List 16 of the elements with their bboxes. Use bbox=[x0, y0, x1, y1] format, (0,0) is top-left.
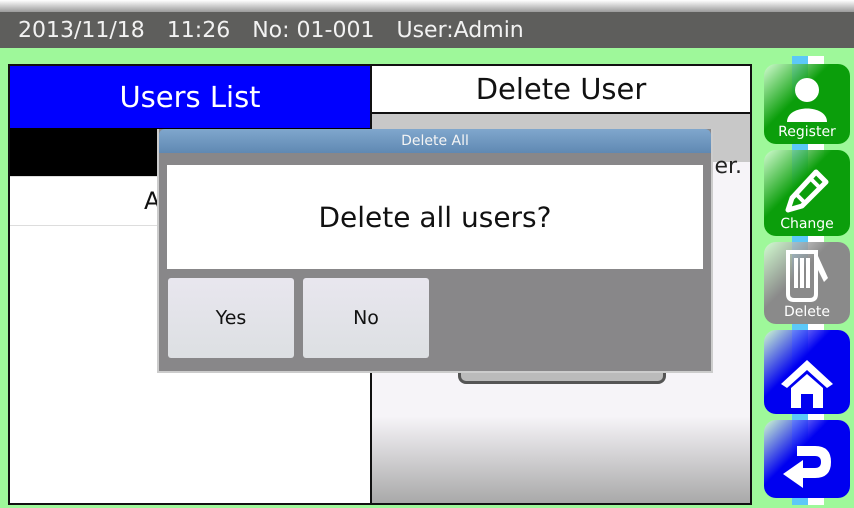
user-text: User:Admin bbox=[396, 18, 524, 42]
dialog-button[interactable]: Yes bbox=[168, 278, 294, 358]
back-button[interactable] bbox=[764, 420, 850, 498]
dialog-button[interactable]: No bbox=[303, 278, 429, 358]
panel-title: Delete User bbox=[372, 66, 750, 114]
time-text: 11:26 bbox=[166, 18, 230, 42]
dialog-message: Delete all users? bbox=[167, 165, 703, 269]
panel-title: Users List bbox=[10, 66, 370, 128]
dialog-title: Delete All bbox=[159, 129, 711, 153]
instruction-text: er. bbox=[714, 154, 742, 179]
register-button[interactable]: Register bbox=[764, 64, 850, 144]
home-button[interactable] bbox=[764, 330, 850, 414]
change-button[interactable]: Change bbox=[764, 150, 850, 236]
number-text: No: 01-001 bbox=[252, 18, 374, 42]
date-text: 2013/11/18 bbox=[18, 18, 145, 42]
person-icon bbox=[784, 76, 830, 122]
